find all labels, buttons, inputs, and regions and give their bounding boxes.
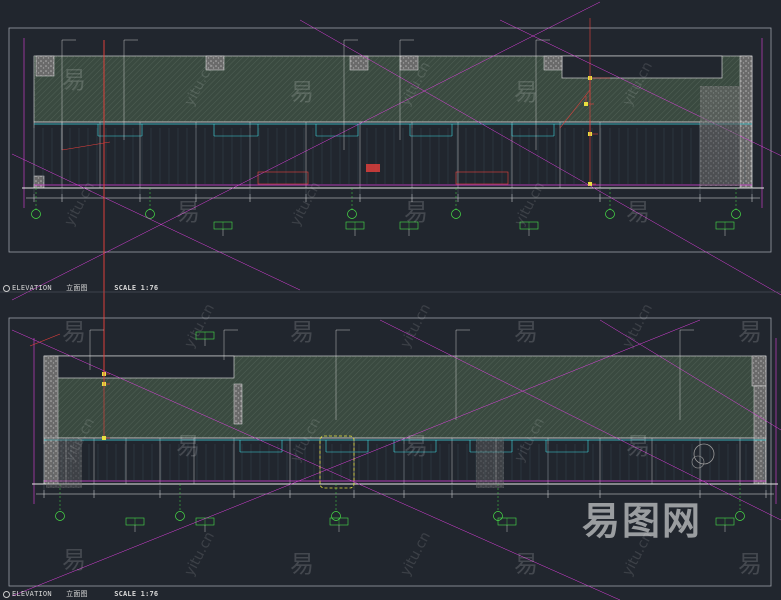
ceiling-recess (561, 55, 723, 79)
leader-marker (102, 436, 106, 440)
structural-column (233, 383, 243, 425)
counter-outline (455, 171, 509, 185)
structural-column (349, 55, 369, 71)
structural-column (33, 175, 45, 189)
grid-marker-icon (347, 209, 357, 219)
watermark-logo: 易图网 (582, 499, 703, 543)
grid-marker-icon (31, 209, 41, 219)
sign-accent (366, 164, 380, 172)
drawing-title-top: ELEVATION 立面图 SCALE 1:76 (3, 283, 158, 293)
hatched-wall-area (476, 438, 504, 488)
leader-marker (588, 182, 592, 186)
hatched-wall-area (700, 86, 740, 186)
grid-marker-icon (451, 209, 461, 219)
section-guide-line (11, 153, 301, 291)
grid-marker-icon (331, 511, 341, 521)
wall-panel-zone (43, 437, 767, 485)
drawing-scale: SCALE 1:76 (114, 284, 159, 292)
drawing-label-cn: 立面图 (66, 284, 88, 292)
drawing-title-bottom: ELEVATION 立面图 SCALE 1:76 (3, 589, 158, 599)
drawing-label: ELEVATION (12, 284, 52, 292)
leader-line (61, 141, 111, 151)
drawing-label-cn: 立面图 (66, 590, 88, 598)
grid-marker-icon (731, 209, 741, 219)
drawing-scale: SCALE 1:76 (114, 590, 159, 598)
grid-marker-icon (55, 511, 65, 521)
structural-column (399, 55, 419, 71)
grid-marker-icon (605, 209, 615, 219)
hatched-wall-area (46, 438, 82, 488)
section-marker-icon (3, 284, 10, 292)
grid-marker-icon (145, 209, 155, 219)
structural-column (35, 55, 55, 77)
counter-outline (257, 171, 309, 185)
grid-marker-icon (735, 511, 745, 521)
drawing-label: ELEVATION (12, 590, 52, 598)
structural-column (543, 55, 563, 71)
section-marker-icon (3, 590, 10, 598)
highlight-outline (319, 435, 355, 489)
grid-marker-icon (175, 511, 185, 521)
structural-column (205, 55, 225, 71)
leader-marker (584, 102, 588, 106)
structural-column (751, 355, 767, 387)
